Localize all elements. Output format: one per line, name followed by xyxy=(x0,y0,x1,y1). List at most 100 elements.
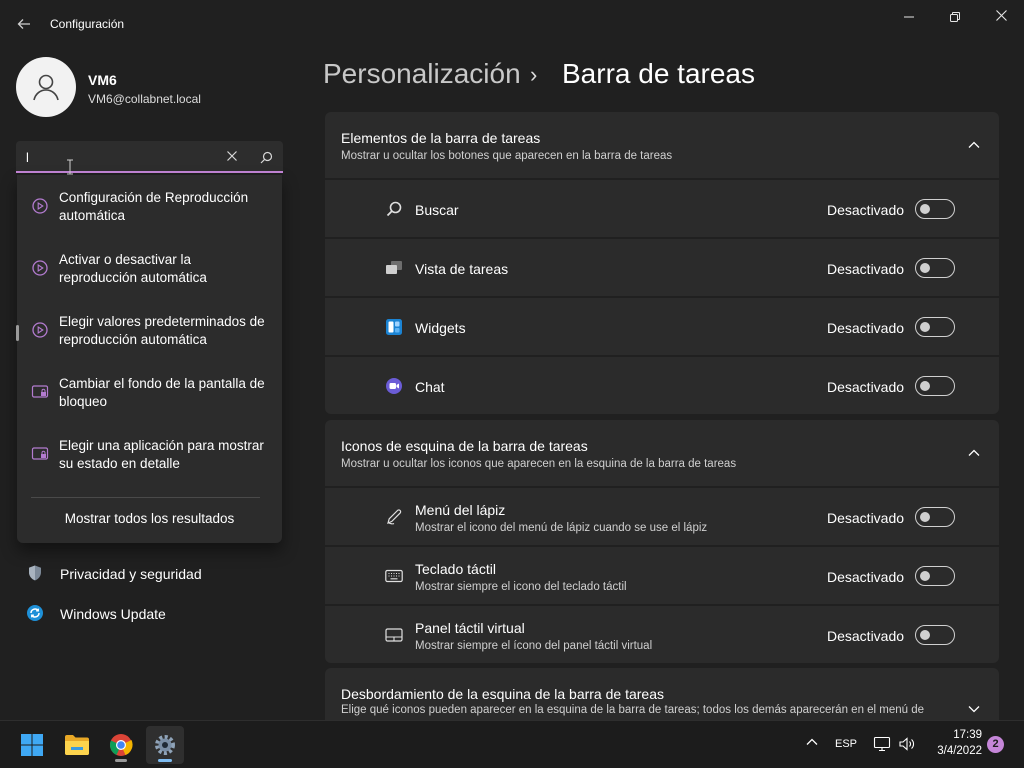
lock-screen-icon xyxy=(31,385,49,398)
setting-label: Panel táctil virtual xyxy=(415,620,525,636)
touch-keyboard-toggle[interactable] xyxy=(915,566,955,586)
shield-icon xyxy=(29,565,41,581)
clock-time[interactable]: 17:39 xyxy=(940,729,982,741)
section-corner-icons: Iconos de esquina de la barra de tareas … xyxy=(325,420,999,663)
clock-date[interactable]: 3/4/2022 xyxy=(926,745,982,757)
toggle-knob xyxy=(920,630,930,640)
keyboard-icon xyxy=(385,569,403,583)
search-result-label: Cambiar el fondo de la pantalla de bloqu… xyxy=(59,376,265,409)
setting-label: Buscar xyxy=(415,202,459,218)
section-taskbar-items: Elementos de la barra de tareas Mostrar … xyxy=(325,112,999,414)
section-header[interactable]: Elementos de la barra de tareas Mostrar … xyxy=(325,112,999,178)
setting-row-search: Buscar Desactivado xyxy=(325,178,999,237)
breadcrumb-parent[interactable]: Personalización xyxy=(323,58,521,90)
search-results-dropdown: Configuración de Reproducción automática… xyxy=(17,175,282,543)
minimize-button[interactable] xyxy=(886,4,932,30)
section-corner-overflow: Desbordamiento de la esquina de la barra… xyxy=(325,668,999,720)
show-hidden-icons-button[interactable] xyxy=(803,735,821,753)
taskbar-app-file-explorer[interactable] xyxy=(58,726,96,764)
notification-badge[interactable]: 2 xyxy=(987,736,1004,753)
avatar[interactable] xyxy=(16,57,76,117)
search-result-item[interactable]: Configuración de Reproducción automática xyxy=(17,187,282,245)
section-header[interactable]: Iconos de esquina de la barra de tareas … xyxy=(325,420,999,486)
active-indicator xyxy=(158,759,172,762)
restore-icon xyxy=(950,12,960,22)
chevron-up-icon xyxy=(968,141,980,148)
windows-start-icon xyxy=(21,734,43,756)
close-button[interactable] xyxy=(978,4,1024,30)
task-view-icon xyxy=(386,261,402,274)
setting-label: Teclado táctil xyxy=(415,561,496,577)
section-subtitle: Mostrar u ocultar los iconos que aparece… xyxy=(341,458,737,470)
setting-label: Vista de tareas xyxy=(415,261,509,277)
autoplay-icon xyxy=(32,260,48,276)
search-result-label: Configuración de Reproducción automática xyxy=(59,190,249,223)
network-icon[interactable] xyxy=(873,735,891,753)
close-icon xyxy=(227,151,237,161)
autoplay-icon xyxy=(32,198,48,214)
search-button[interactable] xyxy=(254,145,278,169)
title-bar: Configuración xyxy=(0,0,1024,48)
chat-toggle[interactable] xyxy=(915,376,955,396)
arrow-left-icon xyxy=(17,19,30,29)
taskbar-app-settings[interactable] xyxy=(146,726,184,764)
nav-selection-indicator xyxy=(16,325,19,341)
toggle-knob xyxy=(920,381,930,391)
search-input[interactable] xyxy=(26,147,216,167)
pen-menu-toggle[interactable] xyxy=(915,507,955,527)
touchpad-icon xyxy=(385,628,403,642)
search-result-item[interactable]: Cambiar el fondo de la pantalla de bloqu… xyxy=(17,373,282,431)
user-email: VM6@collabnet.local xyxy=(88,92,201,106)
toggle-knob xyxy=(920,204,930,214)
search-icon xyxy=(386,201,402,217)
toggle-state-label: Desactivado xyxy=(827,628,905,644)
user-name: VM6 xyxy=(88,72,117,88)
search-icon xyxy=(260,151,272,163)
setting-label: Chat xyxy=(415,379,445,395)
back-button[interactable] xyxy=(12,12,36,36)
setting-label: Menú del lápiz xyxy=(415,502,506,518)
settings-icon xyxy=(155,735,175,755)
toggle-state-label: Desactivado xyxy=(827,320,905,336)
search-result-label: Activar o desactivar la reproducción aut… xyxy=(59,252,207,285)
section-subtitle: Elige qué iconos pueden aparecer en la e… xyxy=(341,704,925,716)
restore-button[interactable] xyxy=(932,4,978,30)
divider xyxy=(31,497,260,498)
search-toggle[interactable] xyxy=(915,199,955,219)
close-icon xyxy=(995,10,1007,21)
windows-update-icon xyxy=(27,605,43,621)
sidebar-item-label: Privacidad y seguridad xyxy=(60,566,202,582)
setting-row-widgets: Widgets Desactivado xyxy=(325,296,999,355)
sidebar-item-windows-update[interactable]: Windows Update xyxy=(16,596,283,632)
setting-description: Mostrar el icono del menú de lápiz cuand… xyxy=(415,522,708,534)
sidebar-item-privacy[interactable]: Privacidad y seguridad xyxy=(16,556,283,592)
toggle-knob xyxy=(920,571,930,581)
search-box[interactable] xyxy=(16,141,283,173)
section-title: Iconos de esquina de la barra de tareas xyxy=(341,438,588,454)
search-result-item[interactable]: Activar o desactivar la reproducción aut… xyxy=(17,249,282,307)
show-all-results-button[interactable]: Mostrar todos los resultados xyxy=(17,511,282,526)
clear-search-button[interactable] xyxy=(220,145,244,169)
virtual-touchpad-toggle[interactable] xyxy=(915,625,955,645)
setting-description: Mostrar siempre el icono del teclado tác… xyxy=(415,581,627,593)
setting-label: Widgets xyxy=(415,320,466,336)
taskbar-app-chrome[interactable] xyxy=(102,726,140,764)
pen-icon xyxy=(387,509,402,525)
language-indicator[interactable]: ESP xyxy=(835,738,857,750)
app-title: Configuración xyxy=(50,17,125,31)
lock-screen-icon xyxy=(31,447,49,460)
section-subtitle: Mostrar u ocultar los botones que aparec… xyxy=(341,150,673,162)
setting-row-pen-menu: Menú del lápiz Mostrar el icono del menú… xyxy=(325,486,999,545)
setting-row-virtual-touchpad: Panel táctil virtual Mostrar siempre el … xyxy=(325,604,999,663)
search-result-item[interactable]: Elegir una aplicación para mostrar su es… xyxy=(17,435,282,493)
task-view-toggle[interactable] xyxy=(915,258,955,278)
text-cursor-icon xyxy=(67,159,73,175)
search-result-item[interactable]: Elegir valores predeterminados de reprod… xyxy=(17,311,282,369)
breadcrumb-separator: › xyxy=(530,62,538,87)
start-button[interactable] xyxy=(13,726,51,764)
widgets-toggle[interactable] xyxy=(915,317,955,337)
section-header[interactable]: Desbordamiento de la esquina de la barra… xyxy=(325,668,999,720)
chevron-up-icon xyxy=(806,738,818,745)
volume-icon[interactable] xyxy=(898,735,916,753)
autoplay-icon xyxy=(32,322,48,338)
